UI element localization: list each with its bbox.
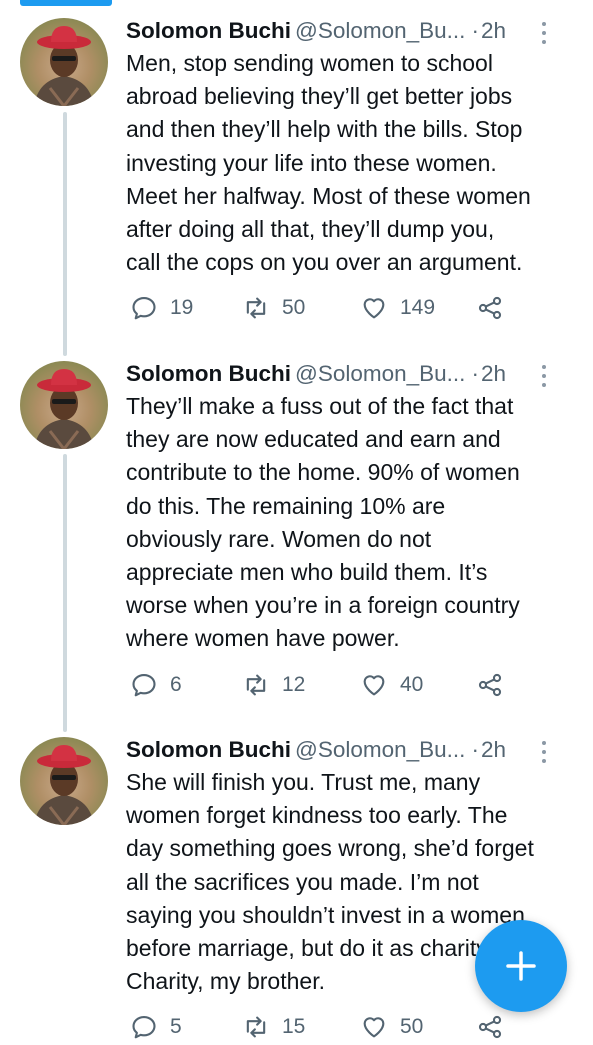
separator-dot: ·: [471, 18, 479, 43]
separator-dot: ·: [471, 361, 479, 386]
author-handle[interactable]: @Solomon_Bu...: [295, 361, 465, 386]
tweet-header: Solomon Buchi @Solomon_Bu... ·2h: [126, 357, 571, 391]
like-button[interactable]: 40: [360, 667, 423, 703]
avatar-image: [34, 369, 94, 449]
like-button[interactable]: 50: [360, 1009, 423, 1045]
like-count: 149: [400, 296, 436, 319]
share-button[interactable]: [476, 667, 504, 703]
author-name[interactable]: Solomon Buchi: [126, 737, 291, 762]
like-count: 50: [400, 1015, 424, 1038]
retweet-icon: [246, 1016, 266, 1038]
share-button[interactable]: [476, 290, 504, 326]
share-icon: [478, 673, 502, 697]
tweet-actions: 5 15 50: [126, 1009, 546, 1045]
share-button[interactable]: [476, 1009, 504, 1045]
tweet-text-line: after doing all that, they’ll dump you,: [126, 216, 495, 243]
tweet-text-line: and then they’ll help with the bills. St…: [126, 116, 523, 143]
reply-count: 19: [170, 296, 194, 319]
like-count: 40: [400, 673, 424, 696]
tweet-actions: 6 12 40: [126, 667, 546, 703]
timestamp[interactable]: 2h: [481, 737, 506, 762]
active-tab-indicator: [20, 0, 112, 6]
tweet-text-line: Men, stop sending women to school: [126, 50, 493, 76]
more-vertical-icon[interactable]: [541, 365, 547, 387]
compose-tweet-button[interactable]: [475, 920, 567, 1012]
share-icon: [478, 1015, 502, 1039]
tweet-text-line: worse when you’re in a foreign country: [126, 592, 520, 619]
tweet-text-line: obviously rare. Women do not: [126, 525, 432, 552]
reply-icon: [132, 297, 156, 320]
author-handle[interactable]: @Solomon_Bu...: [295, 18, 465, 43]
heart-icon: [363, 675, 385, 696]
author-handle[interactable]: @Solomon_Bu...: [295, 737, 465, 762]
reply-icon: [132, 1016, 156, 1039]
tweet-text: They’ll make a fuss out of the fact that…: [126, 390, 571, 656]
author-name[interactable]: Solomon Buchi: [126, 361, 291, 386]
retweet-button[interactable]: 50: [242, 290, 305, 326]
tweet-text-line: they are now educated and earn and: [126, 426, 501, 453]
timestamp[interactable]: 2h: [481, 18, 506, 43]
heart-icon: [363, 1017, 385, 1038]
tweet-text-line: day something goes wrong, she’d forget: [126, 835, 534, 862]
reply-count: 5: [170, 1015, 182, 1038]
retweet-button[interactable]: 15: [242, 1009, 305, 1045]
tweet-text-line: appreciate men who build them. It’s: [126, 559, 488, 586]
retweet-icon: [246, 297, 266, 319]
tweet-header: Solomon Buchi @Solomon_Bu... ·2h: [126, 14, 571, 48]
tweet-text-line: women forget kindness too early. The: [126, 802, 508, 829]
retweet-icon: [246, 674, 266, 696]
tweet-text-line: abroad believing they’ll get better jobs: [126, 83, 513, 110]
reply-button[interactable]: 5: [130, 1009, 182, 1045]
tweet-text-line: She will finish you. Trust me, many: [126, 769, 481, 795]
tweet-text-line: They’ll make a fuss out of the fact that: [126, 393, 514, 419]
tweet-text-line: contribute to the home. 90% of women: [126, 459, 520, 486]
reply-icon: [132, 674, 156, 697]
tweet-text-line: do this. The remaining 10% are: [126, 492, 446, 519]
reply-count: 6: [170, 673, 182, 696]
avatar-image: [34, 745, 94, 825]
timestamp[interactable]: 2h: [481, 361, 506, 386]
tweet-header: Solomon Buchi @Solomon_Bu... ·2h: [126, 733, 571, 767]
avatar[interactable]: [20, 18, 108, 106]
tweet-text-line: call the cops on you over an argument.: [126, 249, 523, 276]
tweet-text-line: investing your life into these women.: [126, 149, 497, 176]
more-vertical-icon[interactable]: [541, 22, 547, 44]
retweet-button[interactable]: 12: [242, 667, 305, 703]
tweet-text-line: all the sacrifices you made. I’m not: [126, 868, 479, 895]
thread-connector-line: [63, 112, 67, 356]
tweet-text-line: where women have power.: [126, 625, 400, 652]
like-button[interactable]: 149: [360, 290, 435, 326]
author-name[interactable]: Solomon Buchi: [126, 18, 291, 43]
more-vertical-icon[interactable]: [541, 741, 547, 763]
tweet-text: Men, stop sending women to school abroad…: [126, 47, 571, 279]
tweet-text-line: Meet her halfway. Most of these women: [126, 182, 531, 209]
tweet-actions: 19 50 149: [126, 290, 546, 326]
separator-dot: ·: [471, 737, 479, 762]
reply-button[interactable]: 6: [130, 667, 182, 703]
retweet-count: 12: [282, 673, 306, 696]
thread-connector-line: [63, 454, 67, 732]
avatar[interactable]: [20, 737, 108, 825]
avatar[interactable]: [20, 361, 108, 449]
share-icon: [478, 296, 502, 320]
heart-icon: [363, 298, 385, 319]
retweet-count: 15: [282, 1015, 306, 1038]
retweet-count: 50: [282, 296, 306, 319]
reply-button[interactable]: 19: [130, 290, 193, 326]
avatar-image: [34, 26, 94, 106]
plus-icon: [506, 951, 536, 981]
